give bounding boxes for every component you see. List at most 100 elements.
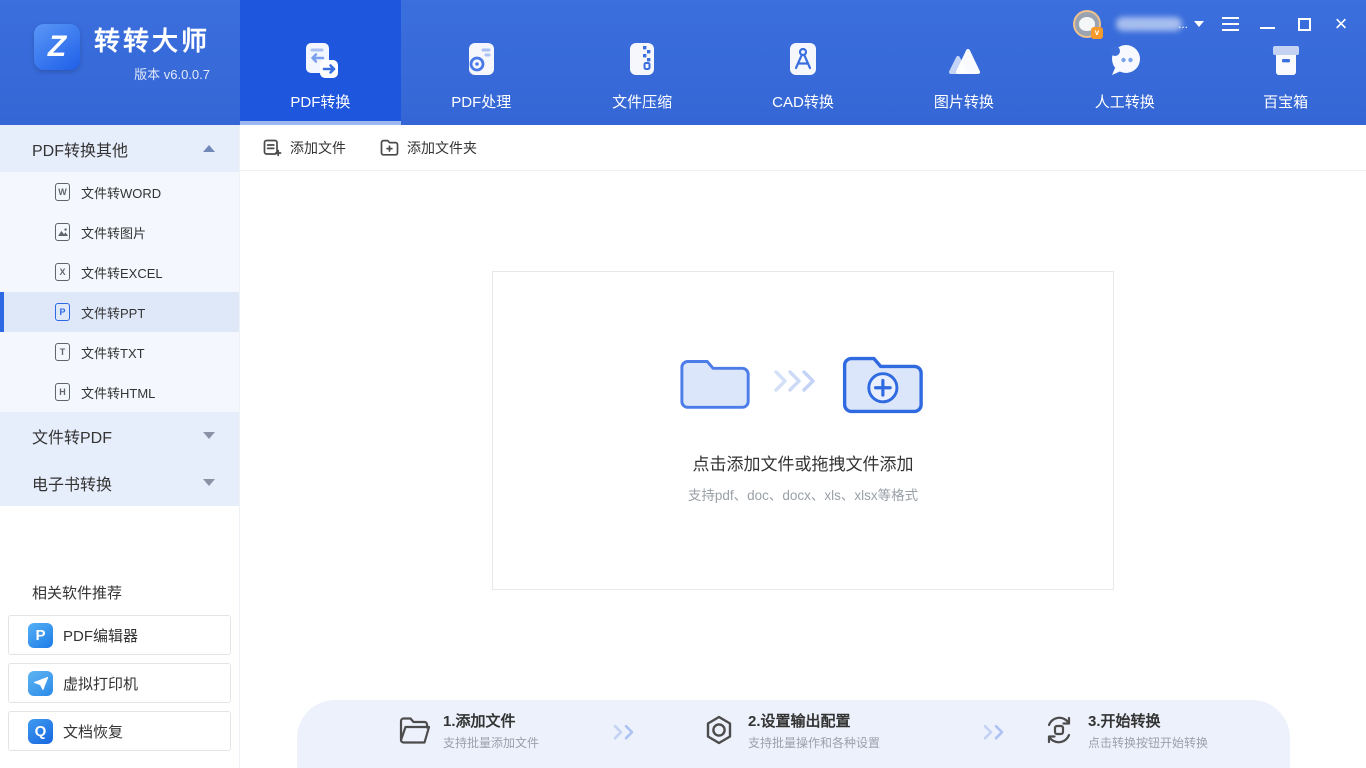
user-menu[interactable]: ... <box>1116 17 1204 31</box>
doc-txt-icon: T <box>55 343 70 361</box>
recommend-virtual-printer[interactable]: 虚拟打印机 <box>8 663 231 703</box>
sidebar-section-ebook-convert[interactable]: 电子书转换 <box>0 459 239 506</box>
image-convert-icon <box>941 38 987 84</box>
tab-label: 图片转换 <box>934 94 994 112</box>
vip-badge: v <box>1091 27 1103 39</box>
file-dropzone[interactable]: 点击添加文件或拖拽文件添加 支持pdf、doc、docx、xls、xlsx等格式 <box>492 271 1114 590</box>
dropzone-illustration <box>677 342 929 420</box>
dropzone-subtitle: 支持pdf、doc、docx、xls、xlsx等格式 <box>688 484 918 504</box>
app-logo-icon: Z <box>34 24 80 70</box>
chevron-down-icon <box>203 479 215 486</box>
toolbar: 添加文件 添加文件夹 <box>240 125 1366 171</box>
tab-label: 人工转换 <box>1095 94 1155 112</box>
add-file-button[interactable]: 添加文件 <box>263 138 346 158</box>
minimize-button[interactable] <box>1256 12 1278 36</box>
tab-pdf-convert[interactable]: PDF转换 <box>240 0 401 125</box>
recommend-title: 相关软件推荐 <box>8 582 231 603</box>
sidebar-item-label: 文件转HTML <box>81 383 155 402</box>
folder-icon <box>677 350 755 412</box>
step-subtitle: 支持批量操作和各种设置 <box>748 734 880 751</box>
titlebar-controls: v ... × <box>1073 9 1352 39</box>
sidebar-item-label: 文件转EXCEL <box>81 263 163 282</box>
tab-label: 文件压缩 <box>612 94 672 112</box>
tab-pdf-process[interactable]: PDF处理 <box>401 0 562 125</box>
username-blurred <box>1116 17 1182 31</box>
doc-word-icon: W <box>55 183 70 201</box>
section-label: 电子书转换 <box>32 471 112 495</box>
sidebar-item-file-to-image[interactable]: 文件转图片 <box>0 212 239 252</box>
add-file-icon <box>263 139 282 157</box>
doc-ppt-icon: P <box>55 303 70 321</box>
doc-image-icon <box>55 223 70 241</box>
add-folder-button[interactable]: 添加文件夹 <box>380 138 477 158</box>
menu-button[interactable] <box>1219 12 1241 36</box>
maximize-button[interactable] <box>1293 12 1315 36</box>
convert-step-icon <box>1042 713 1076 747</box>
sidebar-section-pdf-convert-other[interactable]: PDF转换其他 <box>0 125 239 172</box>
pdf-convert-icon <box>297 38 343 84</box>
doc-html-icon: H <box>55 383 70 401</box>
recommend-label: 虚拟打印机 <box>63 673 138 694</box>
chevron-up-icon <box>203 145 215 152</box>
recommend-label: PDF编辑器 <box>63 625 138 646</box>
maximize-icon <box>1298 18 1311 31</box>
tab-label: PDF转换 <box>290 94 350 112</box>
tab-label: CAD转换 <box>772 94 834 112</box>
sidebar-section-file-to-pdf[interactable]: 文件转PDF <box>0 412 239 459</box>
dropzone-title: 点击添加文件或拖拽文件添加 <box>693 450 914 475</box>
chevron-down-icon <box>203 432 215 439</box>
sidebar-item-label: 文件转TXT <box>81 343 145 362</box>
step-title: 2.设置输出配置 <box>748 710 880 731</box>
step-arrow-icon <box>982 723 1008 741</box>
main-content: 添加文件 添加文件夹 <box>240 125 1366 768</box>
step-set-output: 2.设置输出配置 支持批量操作和各种设置 <box>702 696 880 764</box>
selected-indicator <box>0 292 4 332</box>
step-subtitle: 支持批量添加文件 <box>443 734 539 751</box>
recommend-label: 文档恢复 <box>63 721 123 742</box>
recommend-pdf-editor[interactable]: P PDF编辑器 <box>8 615 231 655</box>
sidebar-item-label: 文件转图片 <box>81 223 146 242</box>
recommend-section: 相关软件推荐 P PDF编辑器 虚拟打印机 Q 文档恢复 <box>0 582 239 751</box>
app-window: Z 转转大师 版本 v6.0.0.7 PDF转换 <box>0 0 1366 768</box>
close-icon: × <box>1335 14 1348 34</box>
treasure-box-icon <box>1263 38 1309 84</box>
recommend-doc-recover[interactable]: Q 文档恢复 <box>8 711 231 751</box>
add-folder-label: 添加文件夹 <box>407 138 477 158</box>
pdf-editor-icon: P <box>28 623 53 648</box>
tab-label: 百宝箱 <box>1263 94 1308 112</box>
section-label: PDF转换其他 <box>32 137 128 161</box>
section-label: 文件转PDF <box>32 424 112 448</box>
sidebar-item-file-to-txt[interactable]: T 文件转TXT <box>0 332 239 372</box>
settings-step-icon <box>702 713 736 747</box>
arrows-right-icon <box>773 368 821 394</box>
topbar: Z 转转大师 版本 v6.0.0.7 PDF转换 <box>0 0 1366 125</box>
tab-image-convert[interactable]: 图片转换 <box>883 0 1044 125</box>
menu-icon <box>1222 17 1239 31</box>
step-start-convert: 3.开始转换 点击转换按钮开始转换 <box>1042 696 1208 764</box>
add-folder-large-icon <box>839 345 929 417</box>
step-subtitle: 点击转换按钮开始转换 <box>1088 734 1208 751</box>
step-title: 3.开始转换 <box>1088 710 1208 731</box>
chevron-down-icon <box>1194 21 1204 27</box>
sidebar-item-file-to-html[interactable]: H 文件转HTML <box>0 372 239 412</box>
sidebar-item-file-to-word[interactable]: W 文件转WORD <box>0 172 239 212</box>
step-title: 1.添加文件 <box>443 710 539 731</box>
sidebar-item-file-to-excel[interactable]: X 文件转EXCEL <box>0 252 239 292</box>
logo-letter: Z <box>48 32 66 62</box>
user-avatar[interactable]: v <box>1073 10 1101 38</box>
sidebar-item-label: 文件转PPT <box>81 303 145 322</box>
app-version: 版本 v6.0.0.7 <box>134 64 210 83</box>
doc-excel-icon: X <box>55 263 70 281</box>
sidebar: PDF转换其他 W 文件转WORD 文件转图片 X 文件转EXCEL P 文件 <box>0 125 240 768</box>
sidebar-item-label: 文件转WORD <box>81 183 161 202</box>
step-add-file: 1.添加文件 支持批量添加文件 <box>397 696 539 764</box>
sidebar-item-file-to-ppt[interactable]: P 文件转PPT <box>0 292 239 332</box>
tab-cad-convert[interactable]: CAD转换 <box>723 0 884 125</box>
manual-convert-icon <box>1102 38 1148 84</box>
step-arrow-icon <box>612 723 638 741</box>
steps-panel: 1.添加文件 支持批量添加文件 2.设置输出配置 支持批量操作和各种设置 <box>297 700 1290 768</box>
close-button[interactable]: × <box>1330 12 1352 36</box>
cad-convert-icon <box>780 38 826 84</box>
tab-file-compress[interactable]: 文件压缩 <box>562 0 723 125</box>
sidebar-items: W 文件转WORD 文件转图片 X 文件转EXCEL P 文件转PPT T 文件… <box>0 172 239 412</box>
